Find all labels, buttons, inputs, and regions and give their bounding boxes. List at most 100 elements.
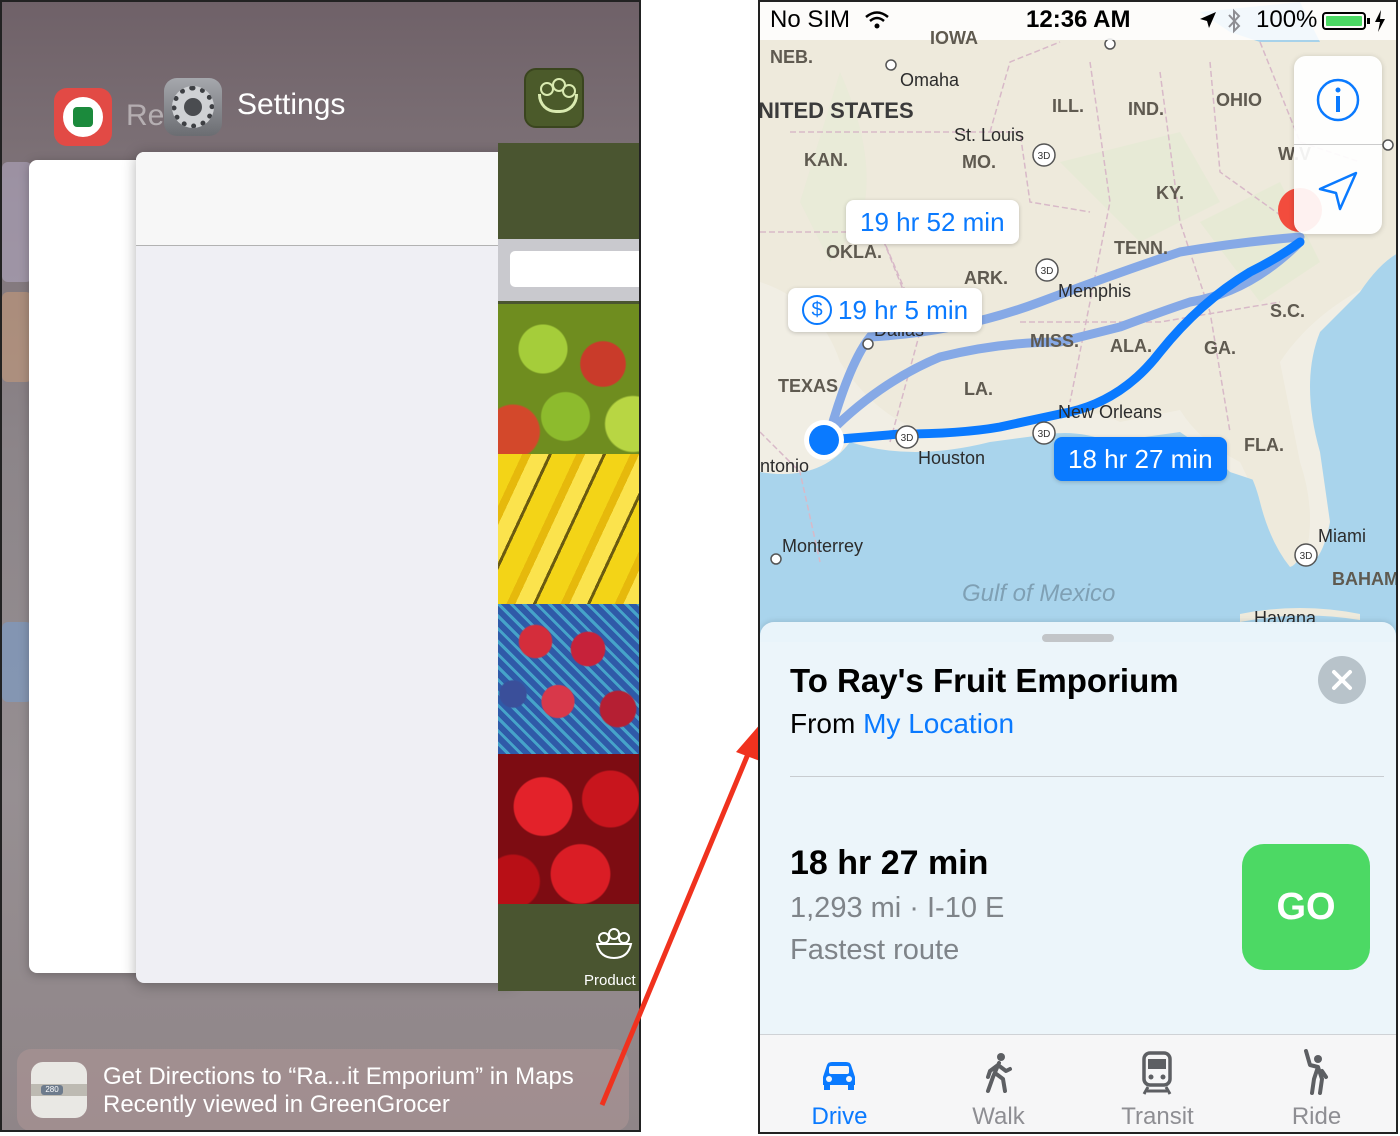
map-label-ohio: OHIO xyxy=(1216,90,1263,110)
map-label-fla: FLA. xyxy=(1244,435,1284,455)
blurred-card-edge xyxy=(2,292,32,382)
route-distance: 1,293 mi · I-10 E xyxy=(790,892,1005,924)
map-label-kan: KAN. xyxy=(804,150,848,170)
map-city-memphis: Memphis xyxy=(1058,281,1132,301)
status-battery-percent: 100% xyxy=(1256,6,1318,33)
3d-badge: 3D xyxy=(1035,258,1059,282)
from-label: From xyxy=(790,708,856,739)
go-button[interactable]: GO xyxy=(1242,844,1370,970)
app-label-settings: Settings xyxy=(237,88,346,121)
svg-text:3D: 3D xyxy=(1038,151,1051,162)
app-switcher: Re Settings Product 280 Get Directions t… xyxy=(0,0,641,1132)
close-button[interactable] xyxy=(1318,656,1366,704)
map-label-baham: BAHAM xyxy=(1332,569,1398,589)
map-label-tenn: TENN. xyxy=(1114,238,1168,258)
3d-badge: 3D xyxy=(1032,421,1056,445)
3d-badge: 3D xyxy=(895,425,919,449)
greengrocer-app-icon[interactable] xyxy=(524,68,584,128)
route-duration: 18 hr 27 min xyxy=(790,844,989,882)
tab-walk[interactable]: Walk xyxy=(919,1035,1078,1132)
route-bubble-alt-2[interactable]: $19 hr 5 min xyxy=(788,288,983,332)
produce-tile-apples[interactable] xyxy=(498,304,639,454)
tab-ride[interactable]: Ride xyxy=(1237,1035,1396,1132)
charging-icon xyxy=(1375,10,1385,32)
tab-drive-label: Drive xyxy=(811,1103,868,1130)
wifi-icon xyxy=(865,11,889,29)
divider xyxy=(790,776,1384,777)
map-label-united-states: NITED STATES xyxy=(758,98,914,123)
info-icon[interactable] xyxy=(1294,56,1382,144)
settings-navbar xyxy=(136,152,516,246)
map-label-la: LA. xyxy=(964,379,993,399)
handoff-banner[interactable]: 280 Get Directions to “Ra...it Emporium”… xyxy=(17,1049,629,1130)
map-label-mo: MO. xyxy=(962,152,996,172)
toll-icon: $ xyxy=(802,295,832,326)
tab-drive[interactable]: Drive xyxy=(760,1035,919,1132)
svg-text:3D: 3D xyxy=(1300,551,1313,562)
reminders-app-icon[interactable] xyxy=(54,88,112,146)
map-water-gulf: Gulf of Mexico xyxy=(962,580,1116,607)
bluetooth-icon xyxy=(1228,8,1241,34)
map-label-ill: ILL. xyxy=(1052,96,1084,116)
blurred-card-edge xyxy=(2,162,32,282)
destination-title: To Ray's Fruit Emporium xyxy=(790,662,1179,699)
route-bubble-alt-2-time: 19 hr 5 min xyxy=(838,295,969,325)
grocer-search-field[interactable] xyxy=(510,251,639,287)
map-city-new-orleans: New Orleans xyxy=(1058,402,1163,422)
location-arrow-icon[interactable] xyxy=(1294,145,1382,233)
from-line: From My Location xyxy=(790,708,1014,740)
svg-text:3D: 3D xyxy=(1038,429,1051,440)
map-label-okla: OKLA. xyxy=(826,242,882,262)
status-bar: No SIM 12:36 AM 100% xyxy=(760,2,1396,40)
settings-app-icon[interactable] xyxy=(164,78,222,136)
map-city-houston: Houston xyxy=(918,448,986,468)
car-icon xyxy=(823,1062,855,1090)
status-carrier: No SIM xyxy=(770,6,851,33)
status-time: 12:36 AM xyxy=(1026,6,1131,33)
interstate-badge: 280 xyxy=(41,1085,63,1095)
from-location-link[interactable]: My Location xyxy=(863,708,1014,739)
map-label-ark: ARK. xyxy=(964,268,1008,288)
directions-sheet: To Ray's Fruit Emporium From My Location… xyxy=(760,622,1396,1042)
map-controls xyxy=(1294,56,1382,234)
tab-walk-label: Walk xyxy=(972,1103,1025,1130)
3d-badge: 3D xyxy=(1032,143,1056,167)
map-label-ky: KY. xyxy=(1156,183,1185,203)
tab-transit-label: Transit xyxy=(1121,1103,1194,1130)
map-city-san-antonio: ntonio xyxy=(760,456,810,476)
map-label-miss: MISS. xyxy=(1030,331,1080,351)
3d-badge: 3D xyxy=(1294,543,1318,567)
sheet-grabber[interactable] xyxy=(1042,634,1114,642)
route-bubble-main[interactable]: 18 hr 27 min xyxy=(1054,437,1227,481)
walk-icon xyxy=(986,1053,1012,1093)
tab-transit[interactable]: Transit xyxy=(1078,1035,1237,1132)
blurred-card-edge xyxy=(2,622,32,702)
route-description: Fastest route xyxy=(790,934,960,966)
map-city-st-louis: St. Louis xyxy=(954,125,1025,145)
map-label-neb: NEB. xyxy=(770,47,814,67)
produce-tile-bananas[interactable] xyxy=(498,454,639,604)
svg-text:3D: 3D xyxy=(1041,266,1054,277)
location-arrow-icon xyxy=(1200,12,1216,28)
grocer-search-area xyxy=(498,239,639,301)
settings-app-card[interactable] xyxy=(136,152,516,983)
handoff-subtitle: Recently viewed in GreenGrocer xyxy=(103,1091,450,1118)
transport-tab-bar: Drive Walk Transit Ride xyxy=(760,1034,1396,1132)
train-icon xyxy=(1142,1051,1172,1095)
svg-text:3D: 3D xyxy=(901,433,914,444)
ride-icon xyxy=(1304,1049,1328,1095)
map-city-monterrey: Monterrey xyxy=(782,536,864,556)
close-icon xyxy=(1332,670,1352,690)
handoff-title: Get Directions to “Ra...it Emporium” in … xyxy=(103,1063,574,1090)
annotation-arrow xyxy=(599,722,768,1106)
app-label-reminders: Re xyxy=(126,99,165,132)
map-label-ala: ALA. xyxy=(1110,336,1152,356)
maps-app: 3D 3D 3D 3D 3D No SIM 12:36 AM 100% IOWA… xyxy=(758,0,1398,1134)
battery-icon xyxy=(1322,12,1370,30)
route-bubble-alt-1[interactable]: 19 hr 52 min xyxy=(846,200,1019,244)
tab-ride-label: Ride xyxy=(1291,1103,1342,1130)
map-label-ga: GA. xyxy=(1204,338,1237,358)
map-label-ind: IND. xyxy=(1128,99,1164,119)
map-label-texas: TEXAS xyxy=(778,376,839,396)
map-label-iowa: IOWA xyxy=(930,28,978,48)
